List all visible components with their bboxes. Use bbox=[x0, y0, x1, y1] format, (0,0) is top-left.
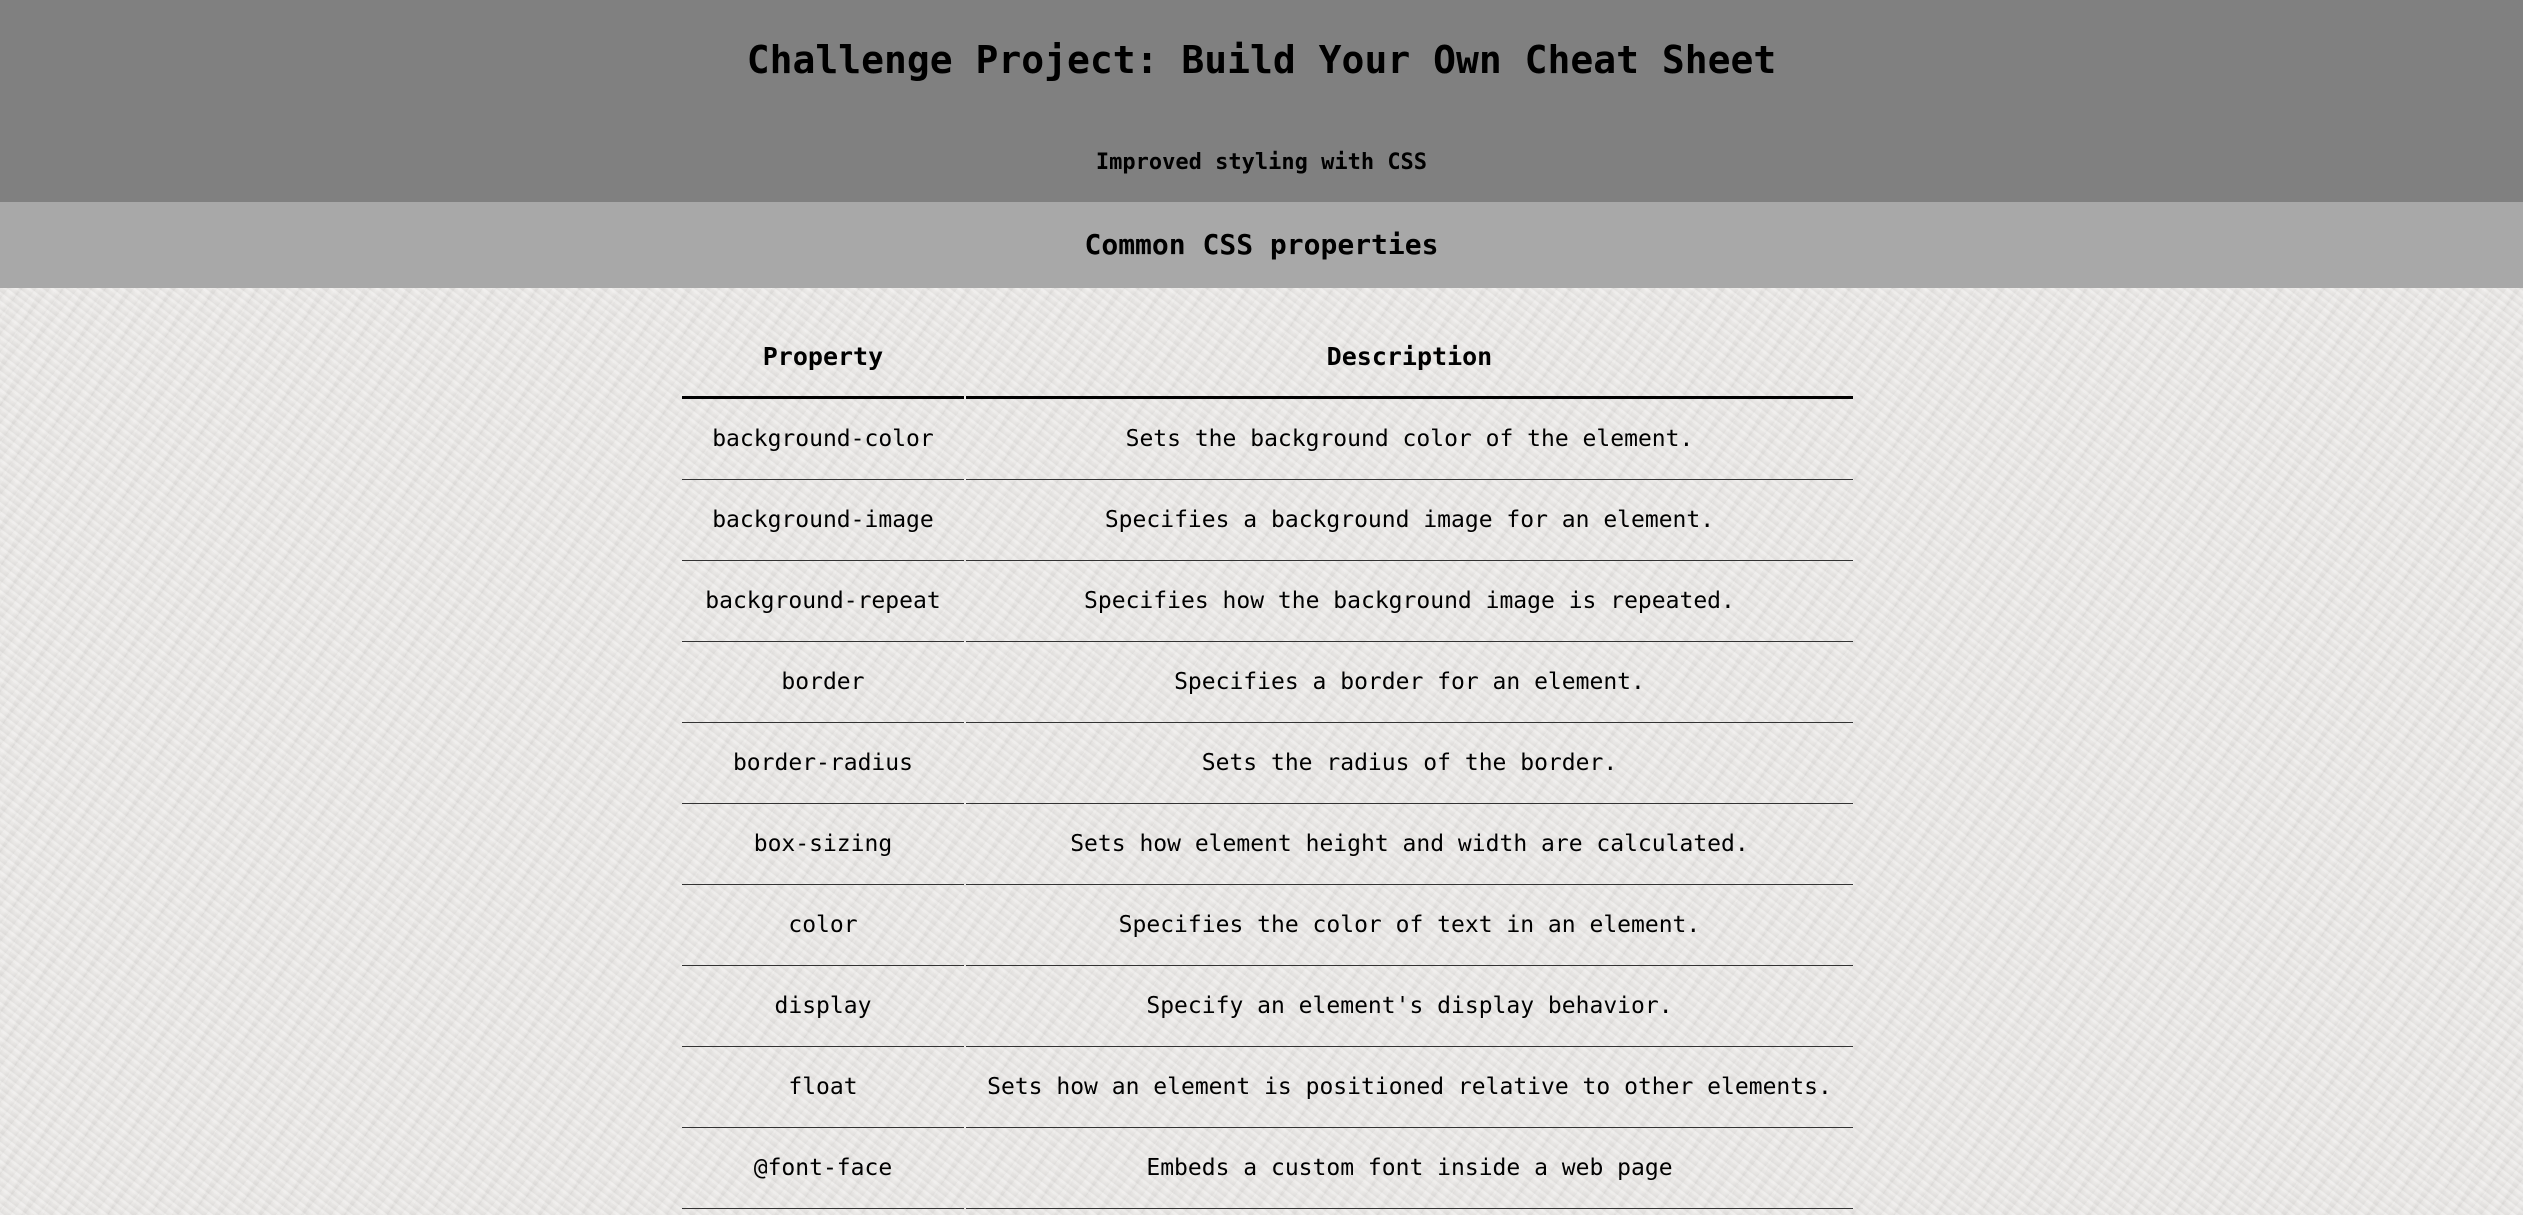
description-cell: Specify an element's display behavior. bbox=[965, 966, 1853, 1047]
section-bar: Common CSS properties bbox=[0, 202, 2523, 288]
table-row: background-image Specifies a background i… bbox=[682, 480, 1853, 561]
table-body: background-color Sets the background colo… bbox=[682, 399, 1853, 1209]
property-cell: border-radius bbox=[682, 723, 964, 804]
property-cell: float bbox=[682, 1047, 964, 1128]
properties-table-container: Property Description background-color Set… bbox=[682, 316, 1857, 1209]
table-header-row: Property Description bbox=[682, 316, 1853, 399]
column-header-property: Property bbox=[682, 316, 964, 399]
property-cell: background-image bbox=[682, 480, 964, 561]
table-row: display Specify an element's display beha… bbox=[682, 966, 1853, 1047]
description-cell: Sets how element height and width are ca… bbox=[965, 804, 1853, 885]
description-cell: Embeds a custom font inside a web page bbox=[965, 1128, 1853, 1209]
description-cell: Specifies a background image for an elem… bbox=[965, 480, 1853, 561]
description-cell: Specifies a border for an element. bbox=[965, 642, 1853, 723]
description-cell: Sets the background color of the element… bbox=[965, 399, 1853, 480]
property-cell: background-repeat bbox=[682, 561, 964, 642]
property-cell: background-color bbox=[682, 399, 964, 480]
table-row: background-color Sets the background colo… bbox=[682, 399, 1853, 480]
table-row: background-repeat Specifies how the backg… bbox=[682, 561, 1853, 642]
table-row: border-radius Sets the radius of the bord… bbox=[682, 723, 1853, 804]
page-title: Challenge Project: Build Your Own Cheat … bbox=[746, 38, 1777, 82]
section-title: Common CSS properties bbox=[1084, 228, 1439, 261]
page-subtitle: Improved styling with CSS bbox=[1095, 150, 1428, 175]
description-cell: Specifies how the background image is re… bbox=[965, 561, 1853, 642]
table-row: @font-face Embeds a custom font inside a … bbox=[682, 1128, 1853, 1209]
properties-table: Property Description background-color Set… bbox=[680, 316, 1855, 1209]
table-row: float Sets how an element is positioned r… bbox=[682, 1047, 1853, 1128]
column-header-description: Description bbox=[965, 316, 1853, 399]
table-row: box-sizing Sets how element height and wi… bbox=[682, 804, 1853, 885]
page-header: Challenge Project: Build Your Own Cheat … bbox=[0, 0, 2523, 202]
property-cell: color bbox=[682, 885, 964, 966]
property-cell: display bbox=[682, 966, 964, 1047]
description-cell: Specifies the color of text in an elemen… bbox=[965, 885, 1853, 966]
property-cell: @font-face bbox=[682, 1128, 964, 1209]
table-row: color Specifies the color of text in an e… bbox=[682, 885, 1853, 966]
property-cell: box-sizing bbox=[682, 804, 964, 885]
property-cell: border bbox=[682, 642, 964, 723]
description-cell: Sets the radius of the border. bbox=[965, 723, 1853, 804]
description-cell: Sets how an element is positioned relati… bbox=[965, 1047, 1853, 1128]
table-row: border Specifies a border for an element. bbox=[682, 642, 1853, 723]
